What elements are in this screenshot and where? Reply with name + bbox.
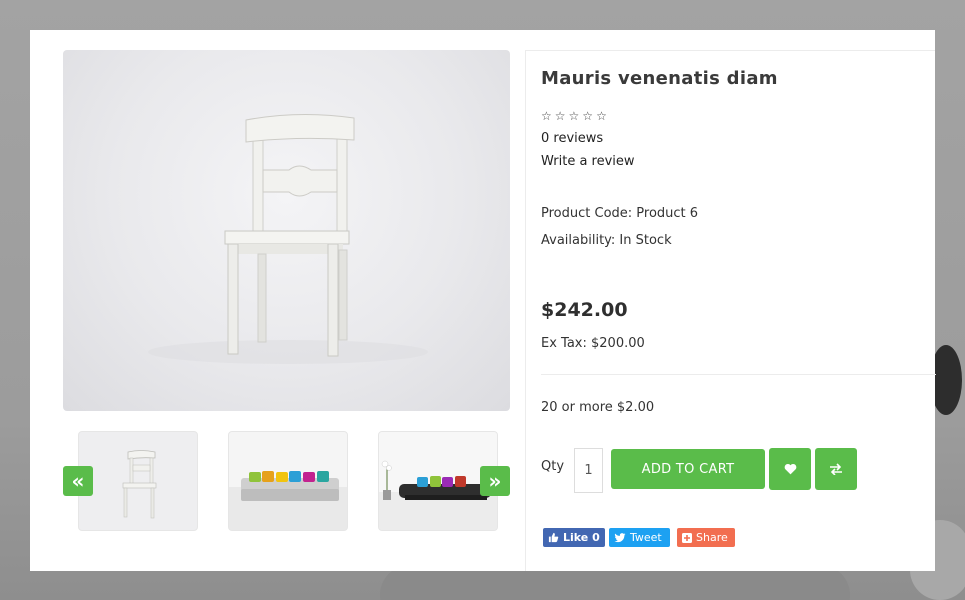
thumbnail-grey-sofa[interactable] bbox=[228, 431, 348, 531]
rating-stars: ☆ ☆ ☆ ☆ ☆ bbox=[541, 109, 607, 123]
product-title: Mauris venenatis diam bbox=[541, 68, 778, 89]
star-icon: ☆ bbox=[596, 109, 607, 123]
quickview-modal: « » Mauris venenatis diam ☆ ☆ ☆ ☆ ☆ 0 re… bbox=[30, 30, 936, 571]
carousel-prev-button[interactable]: « bbox=[63, 466, 93, 496]
add-to-cart-button[interactable]: ADD TO CART bbox=[611, 449, 765, 489]
product-details-panel: Mauris venenatis diam ☆ ☆ ☆ ☆ ☆ 0 review… bbox=[525, 50, 936, 571]
exchange-icon bbox=[830, 463, 842, 475]
share-button[interactable]: Share bbox=[677, 528, 735, 547]
product-main-image[interactable] bbox=[63, 50, 510, 411]
star-icon: ☆ bbox=[582, 109, 594, 123]
carousel-next-button[interactable]: » bbox=[480, 466, 510, 496]
qty-label: Qty bbox=[541, 459, 565, 474]
ex-tax-price: Ex Tax: $200.00 bbox=[541, 336, 645, 351]
reviews-link[interactable]: 0 reviews bbox=[541, 131, 603, 146]
twitter-tweet-button[interactable]: Tweet bbox=[609, 528, 670, 547]
add-to-wishlist-button[interactable] bbox=[769, 448, 811, 490]
double-chevron-right-icon: » bbox=[488, 469, 502, 493]
quantity-input[interactable] bbox=[574, 448, 603, 493]
availability: Availability: In Stock bbox=[541, 233, 672, 248]
star-icon: ☆ bbox=[554, 109, 566, 123]
thumbs-up-icon bbox=[548, 532, 559, 543]
compare-button[interactable] bbox=[815, 448, 857, 490]
thumbnail-chair[interactable] bbox=[78, 431, 198, 531]
thumbnail-carousel: « » bbox=[63, 430, 510, 532]
double-chevron-left-icon: « bbox=[71, 469, 85, 493]
product-code: Product Code: Product 6 bbox=[541, 206, 699, 221]
star-icon: ☆ bbox=[568, 109, 580, 123]
facebook-like-label: Like 0 bbox=[563, 531, 600, 544]
star-icon: ☆ bbox=[541, 109, 552, 123]
write-review-link[interactable]: Write a review bbox=[541, 154, 635, 169]
product-price: $242.00 bbox=[541, 299, 628, 321]
divider bbox=[541, 374, 936, 375]
quantity-discount: 20 or more $2.00 bbox=[541, 400, 655, 415]
twitter-bird-icon bbox=[614, 532, 626, 542]
heart-icon bbox=[784, 463, 796, 475]
facebook-like-button[interactable]: Like 0 bbox=[543, 528, 605, 547]
share-label: Share bbox=[696, 531, 728, 544]
twitter-tweet-label: Tweet bbox=[630, 531, 662, 544]
plus-square-icon bbox=[682, 532, 692, 543]
